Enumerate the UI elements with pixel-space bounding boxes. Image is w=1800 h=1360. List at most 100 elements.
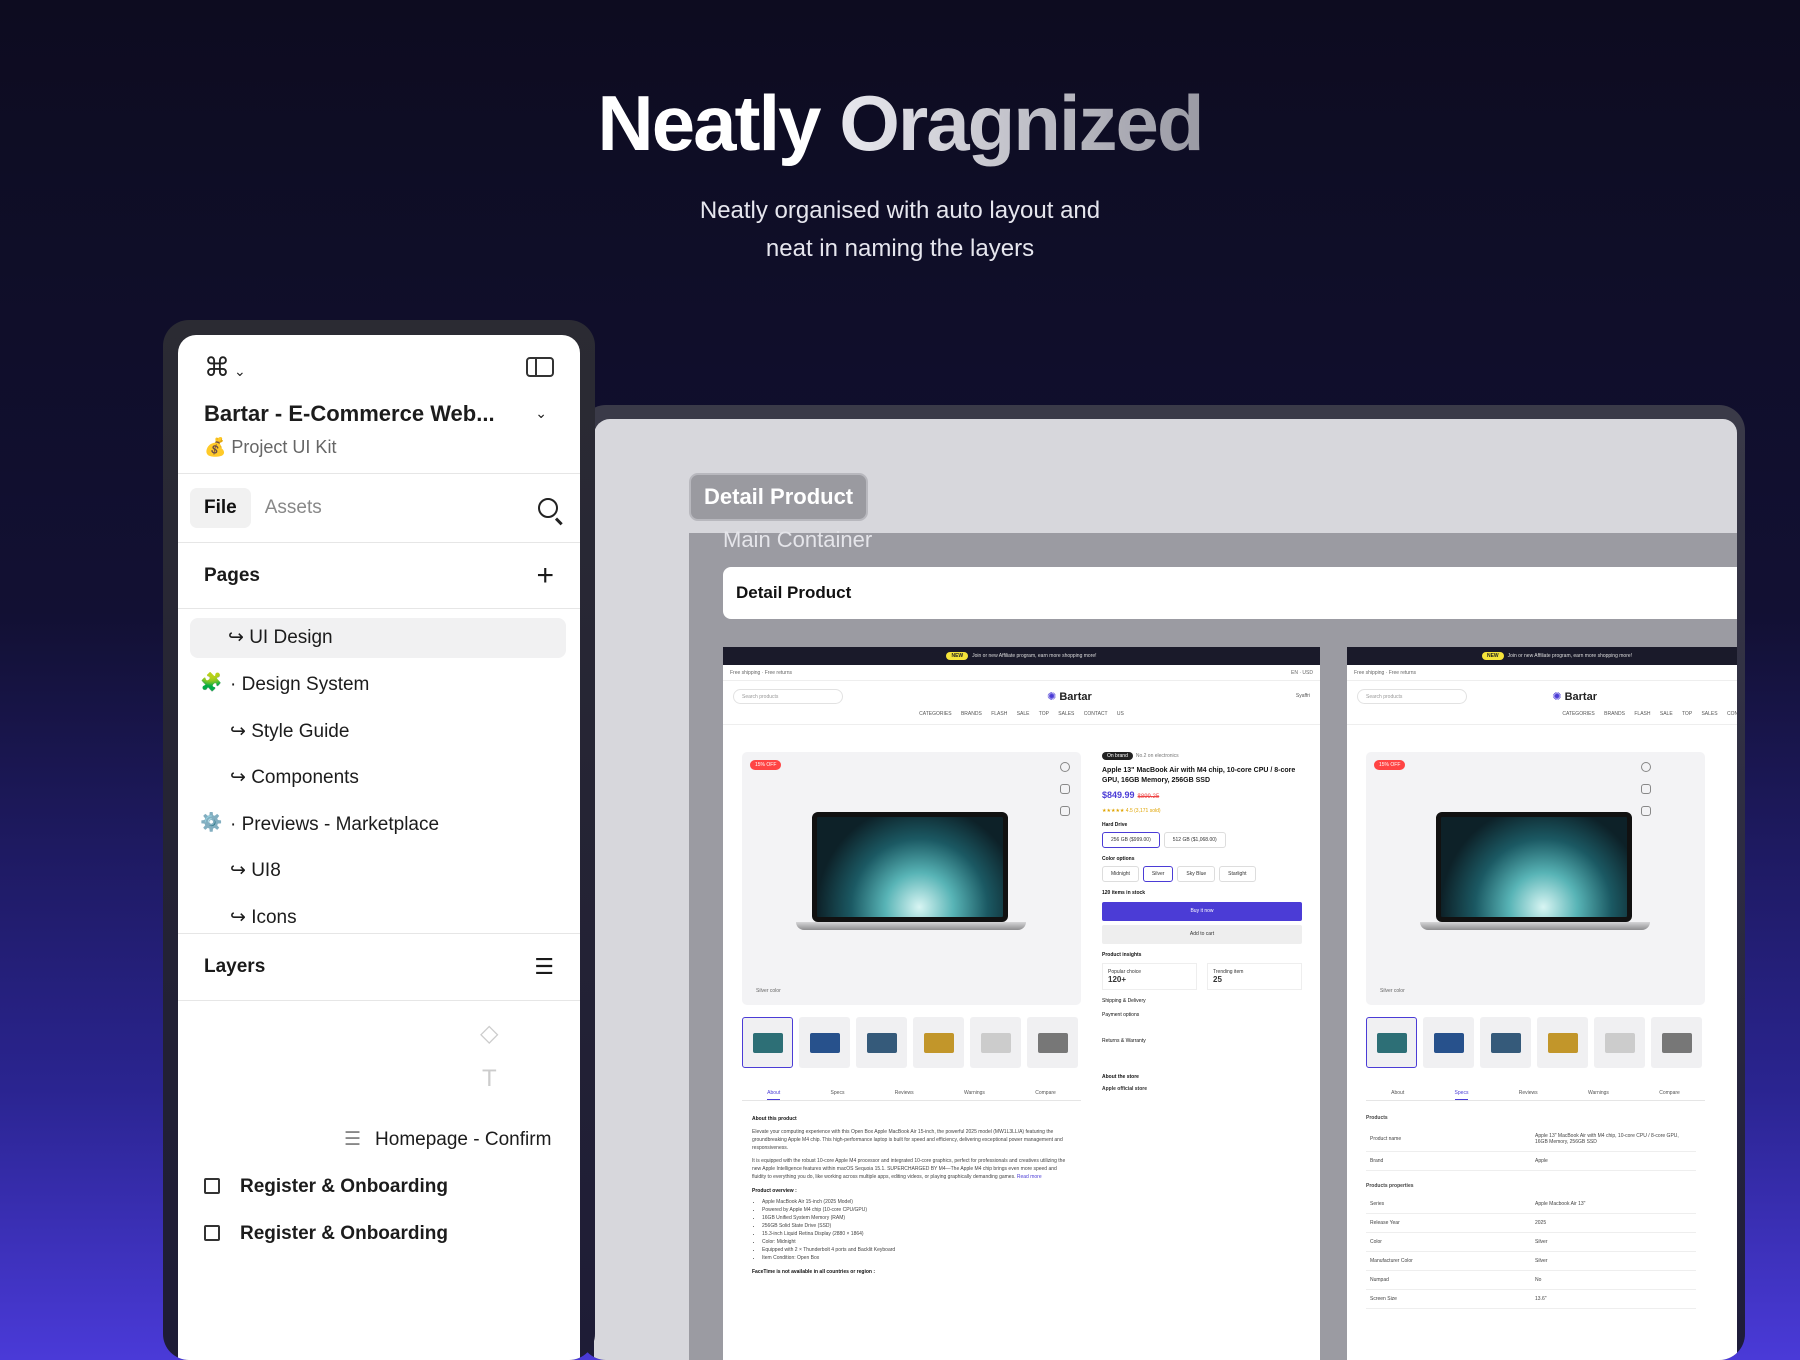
utility-bar: Free shipping · Free returns (1347, 665, 1737, 681)
search-icon[interactable] (538, 498, 558, 518)
tab-file[interactable]: File (190, 488, 251, 528)
main-container[interactable]: Main Container Detail Product NEW Join or… (689, 527, 1737, 1360)
product-detail-screen-about[interactable]: NEW Join or new Affiliate program, earn m… (723, 647, 1320, 1360)
tab-compare[interactable]: Compare (1035, 1085, 1056, 1100)
thumbnail[interactable] (1423, 1017, 1474, 1068)
table-row: Manufacturer Color Silver (1366, 1251, 1696, 1271)
layer-register-onboarding[interactable]: Register & Onboarding (204, 1219, 448, 1249)
thumbnail[interactable] (856, 1017, 907, 1068)
tab-compare[interactable]: Compare (1659, 1085, 1680, 1100)
category-nav[interactable]: CATEGORIES BRANDS FLASH SALE TOP SALES C… (723, 711, 1320, 725)
color-label: Silver color (1380, 988, 1405, 994)
figma-menu-button[interactable]: ⌘ ⌄ (204, 352, 246, 383)
buy-now-button[interactable]: Buy it now (1102, 902, 1302, 921)
expand-icon[interactable] (1060, 806, 1070, 816)
component-icon: ◇ (480, 1020, 499, 1047)
page-item-components[interactable]: ↪ Components (190, 758, 566, 798)
chevron-down-icon[interactable]: ⌄ (535, 405, 547, 422)
color-option[interactable]: Starlight (1219, 866, 1256, 882)
insight-label: Trending item (1213, 969, 1244, 975)
spec-key: Release Year (1366, 1213, 1531, 1233)
page-item-style-guide[interactable]: ↪ Style Guide (190, 712, 566, 752)
laptop-base (796, 922, 1026, 930)
spec-key: Color (1366, 1232, 1531, 1252)
user-menu[interactable]: Syaffri (1296, 693, 1310, 699)
tab-about[interactable]: About (767, 1085, 781, 1100)
thumbnail-strip (742, 1017, 1078, 1068)
brand-name: Bartar (1059, 690, 1092, 703)
price: $849.99 $899.25 (1102, 790, 1302, 800)
tab-specs[interactable]: Specs (1454, 1085, 1469, 1100)
layer-register-onboarding[interactable]: Register & Onboarding (204, 1172, 448, 1202)
heart-icon[interactable] (1641, 762, 1651, 772)
color-option[interactable]: Silver (1142, 866, 1174, 882)
thumbnail[interactable] (1594, 1017, 1645, 1068)
drive-option[interactable]: 256 GB ($999.00) (1102, 832, 1160, 848)
tab-reviews[interactable]: Reviews (895, 1085, 914, 1100)
page-item-icons[interactable]: ↪ Icons (190, 898, 566, 935)
thumbnail[interactable] (970, 1017, 1021, 1068)
spec-key: Product name (1366, 1127, 1531, 1152)
search-input[interactable]: Search products (1357, 688, 1467, 704)
new-badge: NEW (1481, 652, 1504, 660)
detail-product-header: Detail Product (723, 567, 1737, 619)
add-page-icon[interactable]: + (536, 559, 554, 593)
props-label: Products properties (1366, 1183, 1414, 1189)
spec-key: Series (1366, 1195, 1531, 1214)
utility-bar: Free shipping · Free returns EN · USD (723, 665, 1320, 681)
page-item-ui8[interactable]: ↪ UI8 (190, 851, 566, 891)
page-item-design-system[interactable]: · Design System (190, 665, 566, 705)
share-icon[interactable] (1641, 784, 1651, 794)
drive-option[interactable]: 512 GB ($1,068.00) (1163, 832, 1226, 848)
thumbnail-image (809, 1032, 840, 1053)
tab-warnings[interactable]: Warnings (1588, 1085, 1609, 1100)
thumbnail[interactable] (1651, 1017, 1702, 1068)
thumbnail[interactable] (1480, 1017, 1531, 1068)
color-option[interactable]: Sky Blue (1177, 866, 1216, 882)
heart-icon[interactable] (1060, 762, 1070, 772)
store-name[interactable]: Apple official store (1102, 1086, 1302, 1092)
thumbnail[interactable] (1537, 1017, 1588, 1068)
thumbnail[interactable] (1027, 1017, 1078, 1068)
product-detail-screen-specs[interactable]: NEW Join or new Affiliate program, earn m… (1347, 647, 1737, 1360)
page-item-ui-design[interactable]: ↪ UI Design (190, 618, 566, 658)
tab-specs[interactable]: Specs (831, 1085, 845, 1100)
insight-card: Popular choice 120+ (1102, 963, 1197, 990)
color-option[interactable]: Midnight (1102, 866, 1139, 882)
read-more-link[interactable]: Read more (1017, 1174, 1042, 1180)
thumbnail[interactable] (1366, 1017, 1417, 1068)
page-item-previews-marketplace[interactable]: · Previews - Marketplace (190, 805, 566, 845)
thumbnail[interactable] (742, 1017, 793, 1068)
table-row: Numpad No (1366, 1270, 1696, 1290)
overview-item: 16GB Unified System Memory (RAM) (762, 1214, 1072, 1222)
collapse-layers-icon[interactable]: ☰ (534, 954, 554, 980)
page-list: ↪ UI Design 🧩 · Design System ↪ Style Gu… (178, 610, 580, 935)
laptop-image (1436, 812, 1632, 922)
layer-label: Homepage - Confirm (375, 1129, 552, 1150)
share-icon[interactable] (1060, 784, 1070, 794)
thumbnail[interactable] (799, 1017, 850, 1068)
figma-canvas[interactable]: Detail Product Main Container Detail Pro… (594, 419, 1737, 1360)
main-container-label: Main Container (723, 527, 873, 552)
expand-icon[interactable] (1641, 806, 1651, 816)
category-nav[interactable]: CATEGORIES BRANDS FLASH SALE TOP SALES C… (1347, 711, 1737, 725)
spec-value: Apple Macbook Air 13" (1531, 1195, 1696, 1214)
spec-value: Apple 13" MacBook Air with M4 chip, 10-c… (1531, 1127, 1696, 1152)
toggle-sidebar-icon[interactable] (526, 357, 554, 377)
layer-homepage-confirm[interactable]: ☰ Homepage - Confirm (344, 1125, 551, 1155)
hero-title-word-2: Oragnized (839, 79, 1204, 167)
tab-warnings[interactable]: Warnings (964, 1085, 985, 1100)
add-to-cart-button[interactable]: Add to cart (1102, 925, 1302, 944)
frame-tag[interactable]: Detail Product (689, 473, 869, 521)
file-assets-tabs: File Assets (178, 473, 580, 543)
navbar: Search products ✺ Bartar Syaffri (723, 681, 1320, 711)
tab-assets[interactable]: Assets (251, 488, 336, 528)
thumbnail[interactable] (913, 1017, 964, 1068)
search-input[interactable]: Search products (733, 688, 843, 704)
frame-icon (204, 1178, 220, 1194)
tab-about[interactable]: About (1391, 1085, 1404, 1100)
overview-item: Powered by Apple M4 chip (10-core CPU/GP… (762, 1206, 1072, 1214)
tab-reviews[interactable]: Reviews (1519, 1085, 1538, 1100)
buy-box: On brand No.2 on electronics Apple 13" Ma… (1102, 752, 1302, 1092)
rating: ★★★★★ 4.5 (3,171 sold) (1102, 808, 1161, 814)
